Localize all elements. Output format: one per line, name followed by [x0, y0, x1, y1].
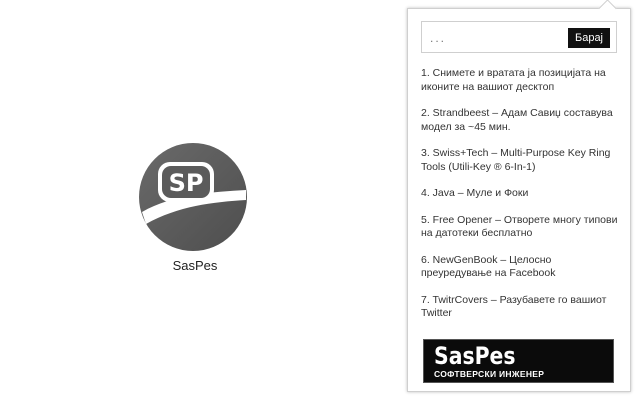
list-item-link[interactable]: 7. TwitrCovers – Разубавете го вашиот Tw… [421, 294, 606, 320]
saspes-logo[interactable]: SP [138, 142, 248, 252]
search-box: Барај [421, 21, 617, 53]
list-item: 4. Java – Муле и Фоки [421, 187, 621, 201]
list-item-link[interactable]: 2. Strandbeest – Адам Савиџ составува мо… [421, 107, 613, 133]
search-input[interactable] [428, 28, 562, 48]
list-item-link[interactable]: 3. Swiss+Tech – Multi-Purpose Key Ring T… [421, 147, 610, 173]
list-item: 1. Снимете и вратата ја позицијата на ик… [421, 67, 621, 94]
search-button[interactable]: Барај [568, 28, 610, 48]
list-item-link[interactable]: 4. Java – Муле и Фоки [421, 187, 528, 199]
list-item-link[interactable]: 5. Free Opener – Отворете многу типови н… [421, 214, 617, 240]
banner-title: SasPes [434, 342, 516, 370]
list-item: 7. TwitrCovers – Разубавете го вашиот Tw… [421, 294, 621, 321]
saspes-logo-icon: SP [139, 143, 247, 251]
popup-panel: Барај 1. Снимете и вратата ја позицијата… [407, 8, 631, 392]
list-item-link[interactable]: 6. NewGenBook – Целосно преуредување на … [421, 254, 555, 280]
list-item: 5. Free Opener – Отворете многу типови н… [421, 214, 621, 241]
logo-monogram: SP [169, 169, 204, 197]
list-item-link[interactable]: 1. Снимете и вратата ја позицијата на ик… [421, 67, 606, 93]
banner-subtitle: СОФТВЕРСКИ ИНЖЕНЕР [434, 369, 545, 379]
logo-caption[interactable]: SasPes [140, 258, 250, 273]
saspes-banner[interactable]: SasPes СОФТВЕРСКИ ИНЖЕНЕР [423, 339, 614, 383]
list-item: 3. Swiss+Tech – Multi-Purpose Key Ring T… [421, 147, 621, 174]
list-item: 6. NewGenBook – Целосно преуредување на … [421, 254, 621, 281]
list-item: 2. Strandbeest – Адам Савиџ составува мо… [421, 107, 621, 134]
article-list: 1. Снимете и вратата ја позицијата на ик… [421, 67, 621, 334]
